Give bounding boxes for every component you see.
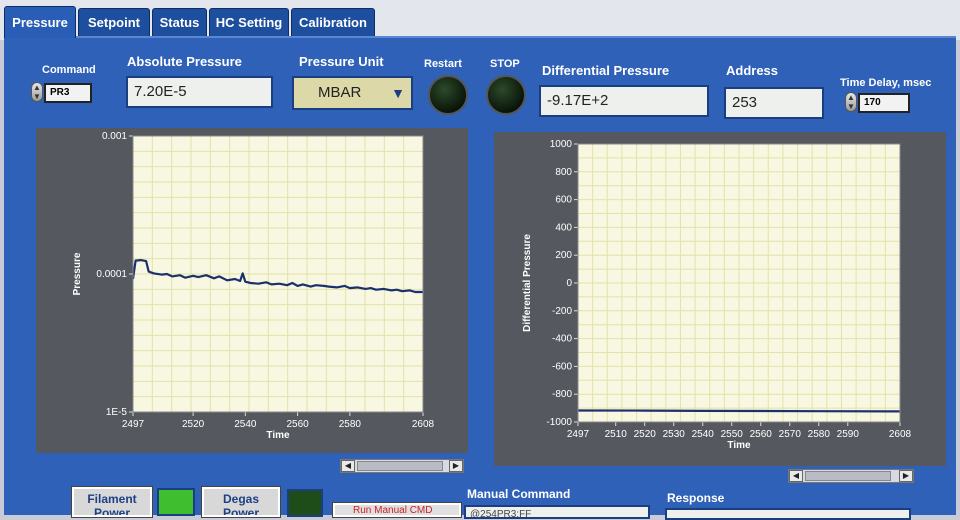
y-tick-label: -1000: [546, 417, 572, 428]
time-delay-field[interactable]: 170: [858, 93, 910, 113]
y-tick-label: 0.0001: [96, 269, 127, 280]
x-tick-label: 2570: [779, 429, 802, 440]
stop-label: STOP: [490, 58, 520, 70]
y-tick-label: -600: [552, 361, 572, 372]
y-tick-label: -800: [552, 389, 572, 400]
restart-label: Restart: [424, 58, 462, 70]
y-tick-label: 400: [555, 222, 572, 233]
manual-command-field[interactable]: @254PR3;FF: [464, 505, 650, 519]
y-tick-label: 600: [555, 195, 572, 206]
y-tick-label: 1E-5: [106, 407, 128, 418]
pressure-chart-scrollbar[interactable]: ◀ ▶: [340, 459, 464, 473]
command-label: Command: [42, 64, 96, 76]
differential-chart-scrollbar[interactable]: ◀ ▶: [788, 469, 914, 483]
x-tick-label: 2580: [339, 419, 362, 430]
tab-status[interactable]: Status: [152, 8, 207, 36]
time-delay-spinner[interactable]: ▲ ▼: [845, 92, 857, 112]
pressure-unit-select[interactable]: MBAR ▼: [292, 76, 413, 110]
command-field[interactable]: PR3: [44, 83, 92, 103]
x-tick-label: 2497: [567, 429, 590, 440]
time-delay-label: Time Delay, msec: [840, 77, 932, 89]
absolute-pressure-field: 7.20E-5: [126, 76, 273, 108]
command-spinner[interactable]: ▲ ▼: [31, 82, 43, 102]
y-tick-label: 800: [555, 167, 572, 178]
scroll-right-icon[interactable]: ▶: [899, 470, 913, 482]
run-manual-command-button[interactable]: Run Manual CMD: [332, 502, 462, 518]
x-tick-label: 2608: [889, 429, 912, 440]
scroll-thumb[interactable]: [357, 461, 443, 471]
x-tick-label: 2540: [692, 429, 715, 440]
address-label: Address: [726, 63, 779, 78]
tab-pressure[interactable]: Pressure: [4, 6, 76, 38]
y-tick-label: 1000: [550, 139, 573, 150]
x-tick-label: 2560: [750, 429, 773, 440]
x-tick-label: 2608: [412, 419, 435, 430]
differential-pressure-chart: 1000 800 600 400 200 0 -200 -400 -600 -800 -100024…: [522, 139, 912, 451]
y-tick-label: -400: [552, 334, 572, 345]
tab-calibration[interactable]: Calibration: [291, 8, 375, 36]
stop-button[interactable]: [486, 75, 526, 115]
differential-pressure-field: -9.17E+2: [539, 85, 709, 117]
scroll-thumb[interactable]: [805, 471, 891, 481]
pressure-chart: 0.001 0.0001 1E-52497 2520 2540 2560 2580 2608 T…: [72, 131, 435, 441]
absolute-pressure-label: Absolute Pressure: [127, 54, 242, 69]
series-line: [577, 409, 901, 413]
y-axis-label: Differential Pressure: [522, 234, 533, 332]
y-tick-label: 0.001: [102, 131, 127, 142]
address-field[interactable]: 253: [724, 87, 824, 119]
response-field: [665, 508, 911, 520]
x-tick-label: 2520: [634, 429, 657, 440]
x-tick-label: 2590: [837, 429, 860, 440]
chevron-down-icon[interactable]: ▼: [387, 80, 409, 106]
pressure-unit-label: Pressure Unit: [299, 54, 384, 69]
x-tick-label: 2540: [234, 419, 257, 430]
restart-button[interactable]: [428, 75, 468, 115]
manual-command-label: Manual Command: [467, 487, 571, 501]
tab-setpoint[interactable]: Setpoint: [78, 8, 150, 36]
x-tick-label: 2560: [286, 419, 309, 430]
scroll-left-icon[interactable]: ◀: [341, 460, 355, 472]
y-tick-label: 200: [555, 250, 572, 261]
x-axis-label: Time: [266, 430, 290, 441]
x-axis-label: Time: [727, 440, 751, 451]
x-tick-label: 2497: [122, 419, 145, 430]
scroll-left-icon[interactable]: ◀: [789, 470, 803, 482]
differential-pressure-label: Differential Pressure: [542, 63, 670, 78]
x-tick-label: 2550: [721, 429, 744, 440]
x-tick-label: 2530: [663, 429, 686, 440]
y-axis-label: Pressure: [72, 252, 83, 295]
y-tick-label: -200: [552, 306, 572, 317]
x-tick-label: 2510: [605, 429, 628, 440]
y-tick-label: 0: [566, 278, 572, 289]
filament-power-indicator: [157, 488, 195, 516]
pressure-unit-value: MBAR: [318, 84, 362, 101]
x-tick-label: 2580: [808, 429, 831, 440]
response-label: Response: [667, 491, 725, 505]
tab-hc-setting[interactable]: HC Setting: [209, 8, 289, 36]
scroll-right-icon[interactable]: ▶: [449, 460, 463, 472]
x-tick-label: 2520: [182, 419, 205, 430]
